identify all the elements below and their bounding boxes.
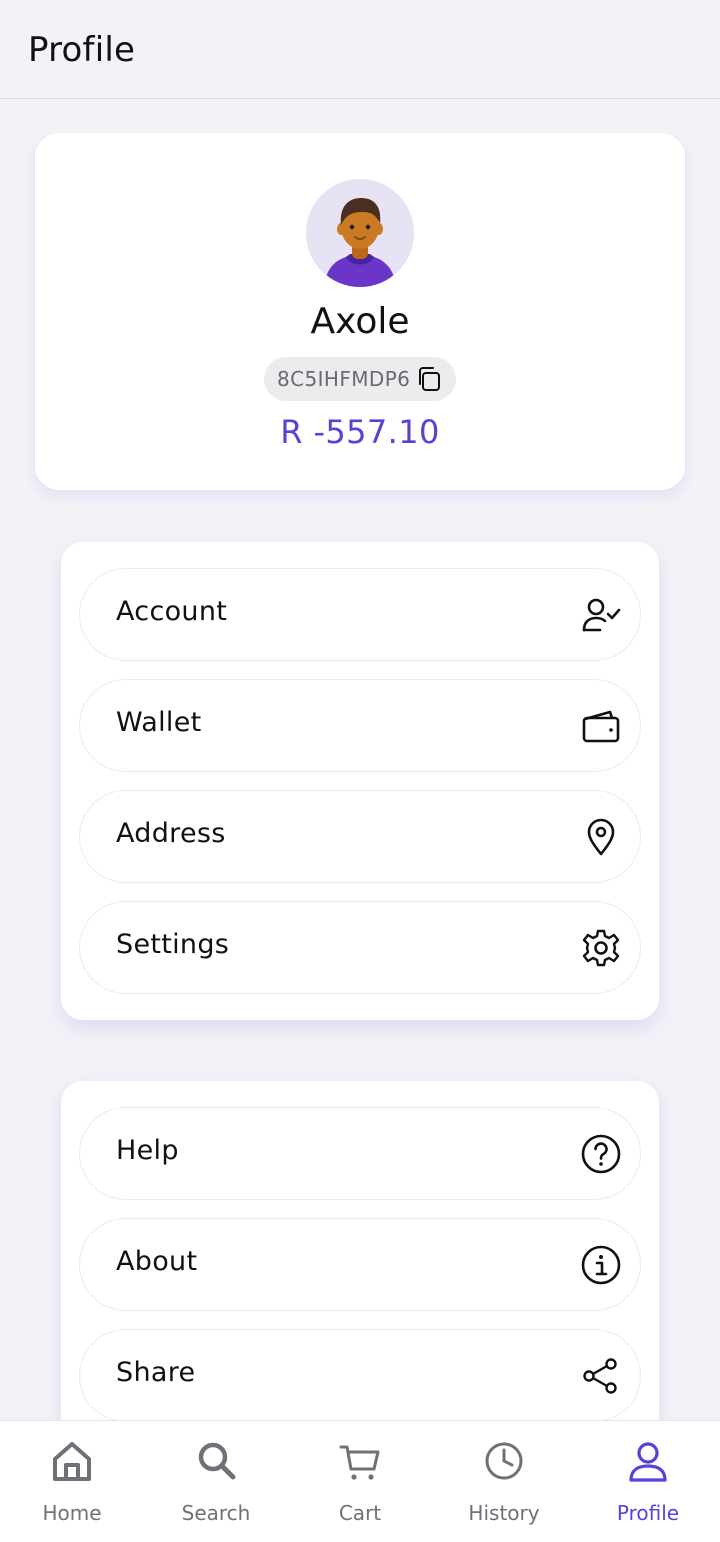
bottom-navigation: Home Search Cart History Profile [0, 1420, 720, 1542]
user-name: Axole [310, 301, 410, 342]
gear-icon [580, 927, 622, 969]
wallet-balance: R -557.10 [280, 413, 440, 451]
menu-item-help[interactable]: Help [79, 1107, 641, 1200]
nav-search-label: Search [181, 1501, 251, 1525]
share-icon [580, 1355, 622, 1397]
clock-icon [482, 1437, 526, 1485]
menu-item-label: Wallet [116, 707, 202, 738]
person-avatar-icon [306, 179, 414, 287]
nav-cart[interactable]: Cart [288, 1421, 432, 1542]
menu-item-label: Address [116, 818, 226, 849]
page-title: Profile [28, 30, 136, 70]
user-check-icon [580, 594, 622, 636]
wallet-icon [580, 705, 622, 747]
nav-home[interactable]: Home [0, 1421, 144, 1542]
menu-item-label: Settings [116, 929, 230, 960]
referral-code: 8C5IHFMDP6 [277, 367, 411, 391]
user-icon [626, 1437, 670, 1485]
search-icon [194, 1437, 238, 1485]
nav-profile-label: Profile [616, 1501, 680, 1525]
menu-item-share[interactable]: Share [79, 1329, 641, 1422]
referral-code-chip[interactable]: 8C5IHFMDP6 [264, 357, 456, 401]
menu-item-address[interactable]: Address [79, 790, 641, 883]
menu-item-account[interactable]: Account [79, 568, 641, 661]
menu-item-label: Help [116, 1135, 179, 1166]
app-bar: Profile [0, 0, 720, 99]
help-circle-icon [580, 1133, 622, 1175]
nav-profile[interactable]: Profile [576, 1421, 720, 1542]
cart-icon [338, 1437, 382, 1485]
nav-search[interactable]: Search [144, 1421, 288, 1542]
menu-item-label: Share [116, 1357, 196, 1388]
map-pin-icon [580, 816, 622, 858]
home-icon [50, 1437, 94, 1485]
nav-cart-label: Cart [338, 1501, 382, 1525]
menu-item-label: About [116, 1246, 198, 1277]
info-circle-icon [580, 1244, 622, 1286]
nav-history-label: History [468, 1501, 540, 1525]
menu-item-label: Account [116, 596, 228, 627]
menu-item-wallet[interactable]: Wallet [79, 679, 641, 772]
nav-home-label: Home [42, 1501, 102, 1525]
nav-history[interactable]: History [432, 1421, 576, 1542]
profile-card: Axole 8C5IHFMDP6 R -557.10 [35, 133, 685, 490]
copy-icon[interactable] [415, 365, 443, 393]
menu-item-settings[interactable]: Settings [79, 901, 641, 994]
menu-item-about[interactable]: About [79, 1218, 641, 1311]
account-menu-card: Account Wallet Address Settings [61, 542, 659, 1020]
